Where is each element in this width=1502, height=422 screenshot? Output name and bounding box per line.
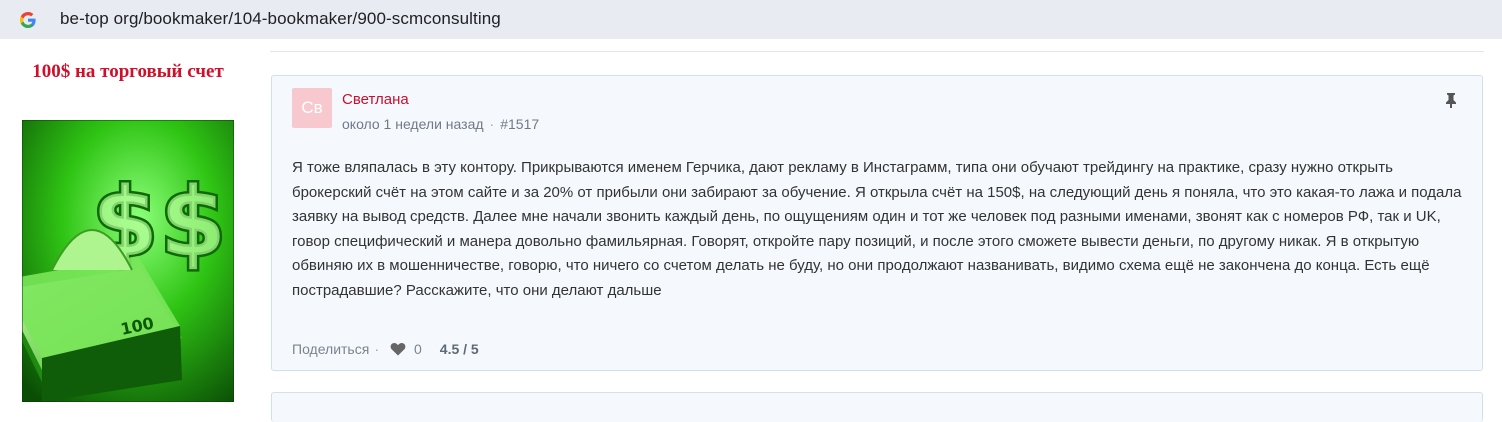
footer-separator: · xyxy=(374,341,379,357)
rating: 4.5 / 5 xyxy=(439,341,479,357)
google-g-icon xyxy=(20,12,36,28)
like-count: 0 xyxy=(413,341,422,357)
share-link[interactable]: Поделиться xyxy=(292,341,369,357)
comment-card: Св Светлана около 1 недели назад · #1517 Я… xyxy=(271,75,1483,371)
next-comment-card xyxy=(271,392,1483,422)
comment-id[interactable]: #1517 xyxy=(500,116,539,132)
url-text[interactable]: be-top org/bookmaker/104-bookmaker/900-s… xyxy=(60,9,501,29)
svg-text:$: $ xyxy=(160,168,226,278)
divider xyxy=(270,51,1484,52)
promo-title[interactable]: 100$ на торговый счет xyxy=(22,60,234,84)
pin-icon[interactable] xyxy=(1444,92,1458,108)
comment-time[interactable]: около 1 недели назад xyxy=(342,116,484,132)
sidebar-promo[interactable]: 100$ на торговый счет xyxy=(22,60,234,84)
browser-address-bar[interactable]: be-top org/bookmaker/104-bookmaker/900-s… xyxy=(0,0,1502,39)
comment-footer: Поделиться · 0 4.5 / 5 xyxy=(292,341,479,357)
comment-author[interactable]: Светлана xyxy=(342,91,409,108)
heart-icon[interactable] xyxy=(390,342,406,356)
comment-meta: около 1 недели назад · #1517 xyxy=(342,116,539,132)
avatar[interactable]: Св xyxy=(292,88,332,128)
meta-separator: · xyxy=(489,116,495,132)
green-dollar-banknotes-image: $ $ $ $ 100 xyxy=(22,120,234,402)
promo-banner-image[interactable]: $ $ $ $ 100 xyxy=(22,120,234,402)
comment-body: Я тоже вляпалась в эту контору. Прикрыва… xyxy=(292,159,1462,299)
